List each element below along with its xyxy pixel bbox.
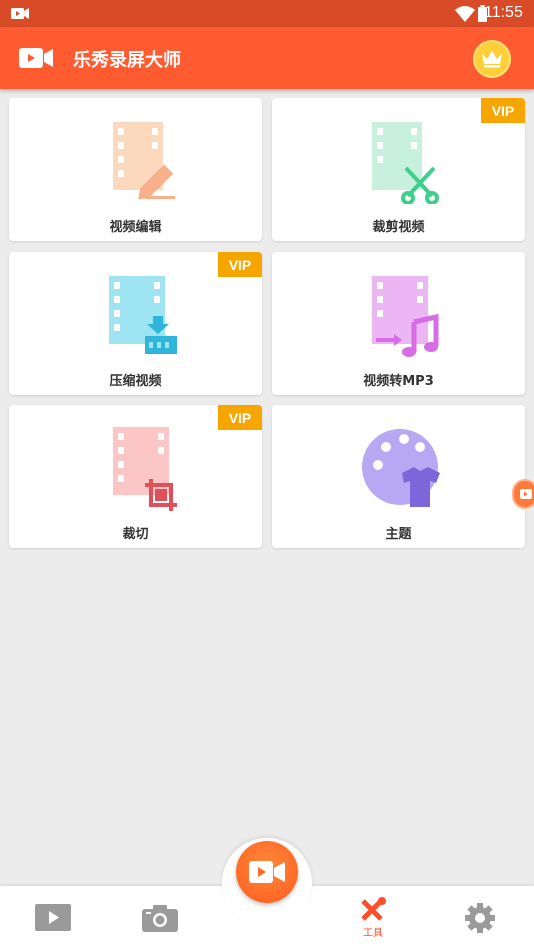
- status-time: 11:55: [484, 4, 523, 21]
- tool-label: 视频编辑: [109, 220, 162, 235]
- app-logo-icon: [19, 48, 53, 68]
- tool-card-cut-video[interactable]: VIP 裁剪视频: [272, 98, 525, 241]
- film-crop-icon: [113, 427, 177, 511]
- theme-palette-icon: [362, 429, 440, 507]
- app-bar: 乐秀录屏大师: [0, 27, 534, 89]
- gear-icon: [465, 902, 495, 933]
- vip-badge: VIP: [481, 98, 525, 123]
- film-compress-icon: [109, 276, 177, 354]
- camera-icon: [142, 904, 178, 932]
- tool-label: 视频转MP3: [363, 374, 434, 389]
- nav-videos[interactable]: [13, 886, 93, 949]
- tools-icon: [361, 896, 386, 921]
- film-cut-icon: [372, 122, 439, 204]
- tool-card-compress-video[interactable]: VIP 压缩视频: [9, 252, 262, 395]
- floating-record-ball[interactable]: [512, 479, 534, 509]
- tool-label: 裁切: [122, 527, 149, 542]
- tool-card-video-edit[interactable]: 视频编辑: [9, 98, 262, 241]
- play-icon: [520, 489, 532, 499]
- video-camera-icon: [249, 861, 285, 883]
- record-button[interactable]: [236, 841, 298, 903]
- vip-badge: VIP: [218, 405, 262, 430]
- nav-tools[interactable]: 工具: [333, 886, 413, 949]
- crown-icon: [482, 51, 502, 68]
- app-title: 乐秀录屏大师: [73, 50, 181, 71]
- film-edit-icon: [113, 122, 175, 200]
- screen-record-status-icon: [11, 8, 29, 19]
- play-icon: [35, 904, 71, 931]
- nav-settings[interactable]: [440, 886, 520, 949]
- vip-crown-button[interactable]: [473, 40, 511, 78]
- status-bar: 11:55: [0, 0, 534, 27]
- nav-tools-label: 工具: [363, 927, 383, 939]
- film-mp3-icon: [372, 276, 439, 357]
- tool-card-crop[interactable]: VIP 裁切: [9, 405, 262, 548]
- vip-badge: VIP: [218, 252, 262, 277]
- tool-label: 裁剪视频: [372, 220, 425, 235]
- nav-screenshots[interactable]: [120, 886, 200, 949]
- tool-label: 压缩视频: [109, 374, 162, 389]
- tool-card-theme[interactable]: 主题: [272, 405, 525, 548]
- wifi-icon: [455, 6, 475, 22]
- tool-card-video-to-mp3[interactable]: 视频转MP3: [272, 252, 525, 395]
- tool-label: 主题: [385, 527, 412, 542]
